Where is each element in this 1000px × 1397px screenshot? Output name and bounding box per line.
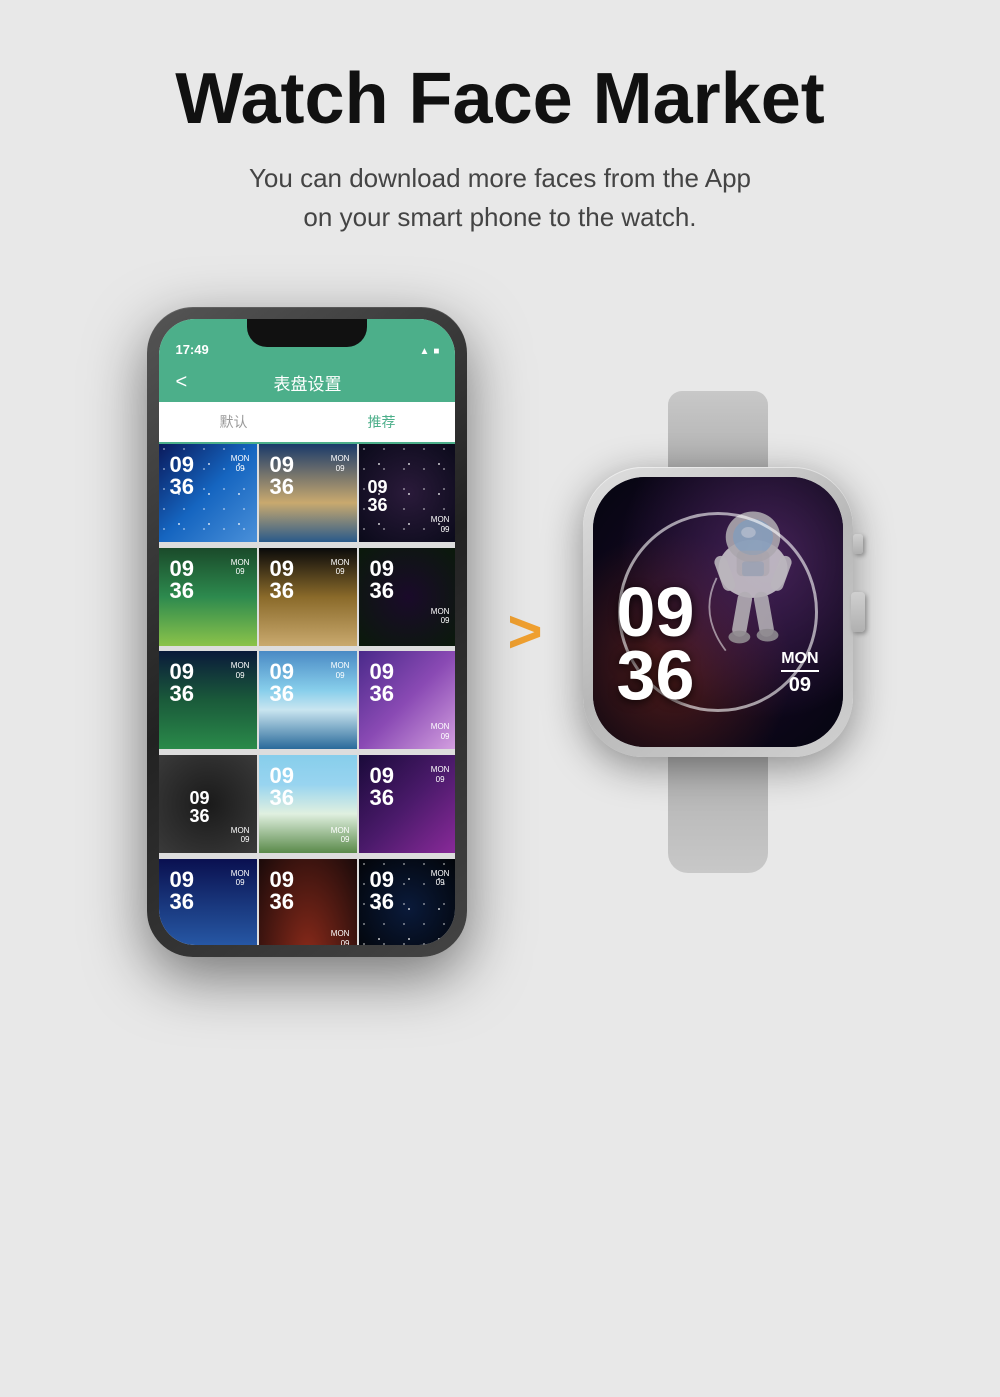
watch-date-display: MON 09 — [781, 650, 818, 697]
wifi-icon: ▲ — [420, 346, 430, 357]
watch-hour: 09 — [617, 581, 695, 644]
watch-case: 09 36 MON 09 — [583, 467, 853, 757]
watch-face-5[interactable]: 0936 MON09 — [259, 548, 357, 646]
watch-mockup: 09 36 MON 09 — [583, 391, 853, 873]
header-section: Watch Face Market You can download more … — [175, 0, 825, 267]
watch-face-8[interactable]: 0936 MON09 — [259, 651, 357, 749]
watch-screen: 09 36 MON 09 — [593, 477, 843, 747]
nav-title: 表盘设置 — [273, 370, 341, 395]
arrow-symbol: > — [507, 602, 542, 662]
status-time: 17:49 — [175, 342, 208, 357]
arrow-container: > — [507, 602, 542, 662]
watch-face-2[interactable]: 0936 MON09 — [259, 444, 357, 542]
watch-face-15[interactable]: 0936 MON09 — [359, 859, 455, 946]
signal-icon: ■ — [433, 346, 439, 357]
watch-face-3[interactable]: 0936 MON09 — [359, 444, 455, 542]
watch-face-13[interactable]: 0936 MON09 — [159, 859, 257, 946]
phone-notch — [247, 319, 367, 347]
watch-button-top — [853, 534, 863, 554]
phone-tabs: 默认 推荐 — [159, 402, 455, 444]
watch-face-9[interactable]: 0936 MON09 — [359, 651, 455, 749]
phone-inner: 17:49 ▲ ■ < 表盘设置 默认 推荐 — [159, 319, 455, 945]
watch-band-bottom — [668, 753, 768, 873]
watch-face-14[interactable]: 0936 MON09 — [259, 859, 357, 946]
watch-face-1[interactable]: 0936 MON09 — [159, 444, 257, 542]
watch-face-7[interactable]: 0936 MON09 — [159, 651, 257, 749]
watch-faces-grid: 0936 MON09 0936 MON09 0936 MON09 0936 — [159, 444, 455, 945]
phone-outer: 17:49 ▲ ■ < 表盘设置 默认 推荐 — [147, 307, 467, 957]
watch-date: 09 — [781, 674, 818, 697]
back-button[interactable]: < — [175, 371, 187, 394]
page-title: Watch Face Market — [175, 60, 825, 139]
watch-time-display: 09 36 — [617, 581, 695, 707]
watch-face-11[interactable]: 0936 MON09 — [259, 755, 357, 853]
watch-minute: 36 — [617, 644, 695, 707]
phone-mockup: 17:49 ▲ ■ < 表盘设置 默认 推荐 — [147, 307, 467, 957]
watch-face-12[interactable]: 0936 MON09 — [359, 755, 455, 853]
status-icons: ▲ ■ — [420, 346, 440, 357]
watch-face-10[interactable]: 0936 MON09 — [159, 755, 257, 853]
watch-day: MON — [781, 650, 818, 672]
phone-nav-bar: < 表盘设置 — [159, 363, 455, 402]
content-area: 17:49 ▲ ■ < 表盘设置 默认 推荐 — [0, 307, 1000, 957]
watch-band-top — [668, 391, 768, 471]
watch-face-6[interactable]: 0936 MON09 — [359, 548, 455, 646]
watch-crown — [851, 592, 865, 632]
tab-default[interactable]: 默认 — [159, 402, 307, 442]
tab-recommended[interactable]: 推荐 — [307, 402, 455, 444]
subtitle: You can download more faces from the App… — [175, 159, 825, 237]
watch-face-4[interactable]: 0936 MON09 — [159, 548, 257, 646]
